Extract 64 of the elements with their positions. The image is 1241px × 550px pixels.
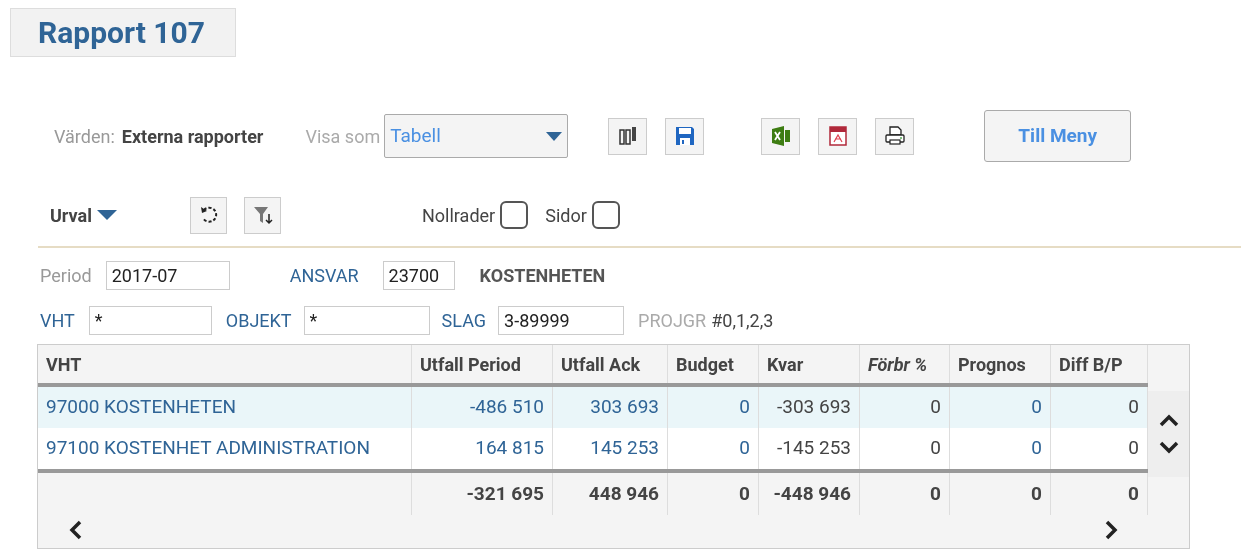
filter-icon [251, 204, 274, 226]
table-cell: -145 253 [759, 428, 860, 469]
table-cell: 0 [860, 428, 950, 469]
vht-field[interactable]: * [88, 305, 212, 335]
checkbox-label: Sidor [545, 203, 587, 228]
table-link[interactable]: 0 [950, 428, 1051, 469]
column-header[interactable]: Utfall Ack [553, 345, 668, 383]
checkbox[interactable] [500, 201, 529, 229]
slag-label: SLAG [441, 308, 487, 333]
filter-button[interactable] [244, 196, 281, 234]
pdf-button[interactable] [818, 117, 858, 155]
period-field[interactable]: 2017-07 [105, 260, 230, 290]
table-link[interactable]: 164 815 [412, 428, 553, 469]
table-link[interactable]: 97100 KOSTENHET ADMINISTRATION [38, 428, 412, 469]
values-text: Externa rapporter [121, 124, 264, 149]
dropdown-caret-icon [546, 131, 563, 141]
refresh-button[interactable] [190, 196, 227, 234]
total-cell: 0 [860, 473, 950, 515]
scroll-left-icon[interactable] [68, 520, 82, 540]
scroll-right-icon[interactable] [1105, 520, 1119, 540]
table-link[interactable]: 145 253 [553, 428, 668, 469]
pdf-icon [826, 125, 849, 147]
projgr-label: PROJGR [638, 308, 707, 333]
column-header[interactable]: VHT [38, 345, 412, 383]
ansvar-field[interactable]: 23700 [382, 260, 455, 290]
table-row[interactable]: 97000 KOSTENHETEN -486 510 303 693 0 -303 693 0 0 0 [38, 387, 1149, 428]
scroll-down-icon[interactable] [1158, 441, 1179, 455]
scroll-up-icon[interactable] [1158, 413, 1179, 427]
checkbox-label: Nollrader [422, 203, 496, 228]
vht-label: VHT [40, 308, 75, 333]
projgr-value: #0,1,2,3 [711, 308, 774, 333]
columns-icon [616, 125, 639, 147]
columns-button[interactable] [608, 117, 648, 155]
print-button[interactable] [875, 117, 915, 155]
checkbox[interactable] [591, 201, 620, 229]
ansvar-name: KOSTENHETEN [479, 263, 606, 288]
selection-toggle[interactable]: Urval [50, 201, 117, 229]
print-icon [883, 125, 906, 147]
column-header[interactable]: Utfall Period [412, 345, 553, 383]
table-row[interactable]: 97100 KOSTENHET ADMINISTRATION 164 815 145 253 0 -145 253 0 0 0 [38, 428, 1149, 469]
caret-icon [97, 210, 117, 220]
page-title: Rapport 107 [38, 14, 205, 52]
excel-button[interactable] [761, 117, 801, 155]
column-header[interactable]: Kvar [759, 345, 860, 383]
objekt-label: OBJEKT [225, 308, 292, 333]
save-icon [673, 125, 696, 147]
excel-icon [769, 125, 792, 147]
total-cell: 448 946 [553, 473, 668, 515]
column-header[interactable]: Diff B/P [1051, 345, 1148, 383]
total-cell: 0 [950, 473, 1051, 515]
total-cell: -321 695 [412, 473, 553, 515]
period-label: Period [40, 263, 92, 288]
column-header[interactable]: Prognos [950, 345, 1051, 383]
table-link[interactable]: 0 [668, 428, 759, 469]
slag-field[interactable]: 3-89999 [498, 305, 625, 335]
total-cell: -448 946 [759, 473, 860, 515]
values-label: Värden: [54, 124, 115, 149]
column-header[interactable]: Förbr % [860, 345, 950, 383]
ansvar-label: ANSVAR [289, 263, 359, 288]
save-button[interactable] [665, 117, 705, 155]
total-cell: 0 [668, 473, 759, 515]
objekt-field[interactable]: * [303, 305, 430, 335]
column-header[interactable]: Budget [668, 345, 759, 383]
view-label: Visa som [305, 124, 381, 149]
